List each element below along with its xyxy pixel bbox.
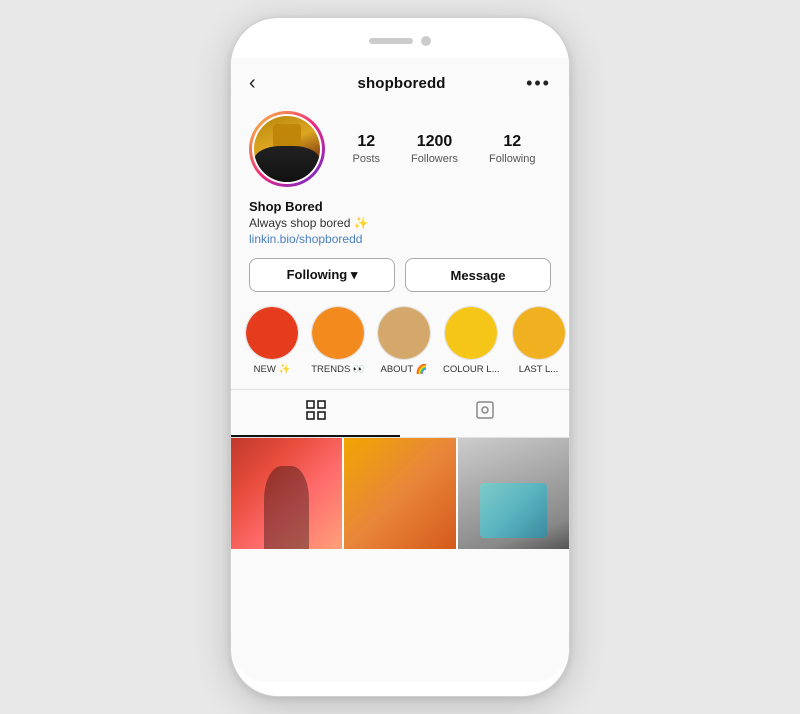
following-label: Following (489, 153, 535, 165)
highlight-circle-about (377, 306, 431, 360)
highlight-circle-colour (444, 306, 498, 360)
highlight-label-last: LAST L... (519, 364, 558, 375)
grid-photo-1 (231, 438, 342, 549)
highlight-label-colour: COLOUR L... (443, 364, 500, 375)
phone-pill (369, 38, 413, 44)
avatar-inner (252, 114, 322, 184)
phone-notch (231, 36, 569, 58)
tab-bar (231, 389, 569, 438)
avatar (254, 116, 320, 182)
following-button[interactable]: Following ▾ (249, 258, 395, 292)
message-button[interactable]: Message (405, 258, 551, 292)
highlight-label-trends: TRENDS 👀 (311, 364, 365, 375)
grid-icon (306, 400, 326, 425)
posts-count: 12 (357, 133, 375, 151)
avatar-ring[interactable] (249, 111, 325, 187)
highlight-label-new: NEW ✨ (254, 364, 291, 375)
profile-info-row: 12 Posts 1200 Followers 12 Following (231, 105, 569, 199)
back-button[interactable]: ‹ (249, 72, 277, 95)
following-count: 12 (503, 133, 521, 151)
more-options-button[interactable]: ••• (526, 73, 551, 94)
highlight-last[interactable]: LAST L... (512, 306, 566, 375)
grid-cell-1[interactable] (231, 438, 342, 549)
highlight-colour[interactable]: COLOUR L... (443, 306, 500, 375)
highlight-about[interactable]: ABOUT 🌈 (377, 306, 431, 375)
tab-grid[interactable] (231, 390, 400, 437)
following-stat[interactable]: 12 Following (489, 133, 535, 165)
highlight-circle-last (512, 306, 566, 360)
phone-dot (421, 36, 431, 46)
highlight-trends[interactable]: TRENDS 👀 (311, 306, 365, 375)
phone-mockup: ‹ shopboredd ••• 12 Posts 1200 Followers (230, 17, 570, 697)
tab-tagged[interactable] (400, 390, 569, 437)
bio-name: Shop Bored (249, 199, 551, 214)
highlight-new[interactable]: NEW ✨ (245, 306, 299, 375)
photo-grid (231, 438, 569, 682)
action-buttons: Following ▾ Message (231, 258, 569, 306)
grid-photo-2 (344, 438, 455, 549)
phone-screen: ‹ shopboredd ••• 12 Posts 1200 Followers (231, 58, 569, 682)
followers-label: Followers (411, 153, 458, 165)
bio-link[interactable]: linkin.bio/shopboredd (249, 232, 551, 246)
posts-stat[interactable]: 12 Posts (352, 133, 380, 165)
followers-count: 1200 (417, 133, 453, 151)
highlight-circle-new (245, 306, 299, 360)
bio-section: Shop Bored Always shop bored ✨ linkin.bi… (231, 199, 569, 258)
grid-cell-2[interactable] (344, 438, 455, 549)
profile-header: ‹ shopboredd ••• (231, 58, 569, 105)
profile-username: shopboredd (357, 75, 445, 92)
tagged-icon (475, 400, 495, 425)
followers-stat[interactable]: 1200 Followers (411, 133, 458, 165)
highlight-label-about: ABOUT 🌈 (380, 364, 427, 375)
stats-row: 12 Posts 1200 Followers 12 Following (337, 133, 551, 165)
grid-cell-3[interactable] (458, 438, 569, 549)
bio-tagline: Always shop bored ✨ (249, 216, 551, 230)
grid-photo-3 (458, 438, 569, 549)
highlight-circle-trends (311, 306, 365, 360)
highlights-row: NEW ✨ TRENDS 👀 ABOUT 🌈 COLOUR L... (231, 306, 569, 389)
posts-label: Posts (352, 153, 380, 165)
